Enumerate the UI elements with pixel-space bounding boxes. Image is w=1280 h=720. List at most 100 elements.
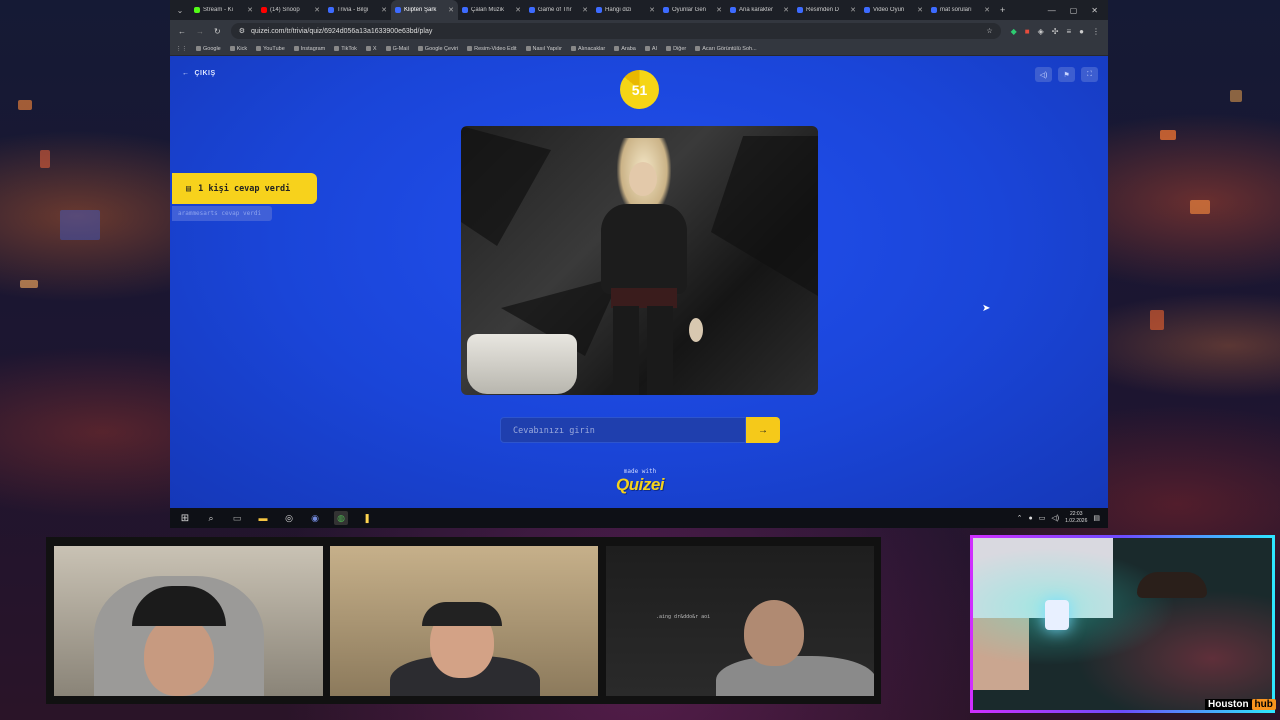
bookmark-item[interactable]: Resim-Video Edit: [467, 46, 517, 52]
bookmark-item[interactable]: TikTok: [334, 46, 357, 52]
bookmark-icon: [293, 46, 299, 51]
bookmark-item[interactable]: G-Mail: [385, 46, 409, 52]
mic-icon[interactable]: ●: [1029, 515, 1033, 522]
bookmark-item[interactable]: Araba: [614, 46, 636, 52]
extension-icon[interactable]: ◈: [1038, 27, 1044, 36]
video-performer: [589, 138, 703, 395]
tray-chevron-icon[interactable]: ⌃: [1017, 514, 1023, 522]
browser-tab[interactable]: Video Oyun ✕: [860, 0, 927, 20]
browser-tab[interactable]: Stream - Ki ✕: [190, 0, 257, 20]
tab-close-icon[interactable]: ✕: [917, 6, 923, 14]
forward-icon[interactable]: →: [196, 27, 204, 36]
bookmark-item[interactable]: AI: [644, 46, 657, 52]
notification-icon[interactable]: ▤: [1093, 514, 1100, 522]
sound-icon[interactable]: ◁): [1035, 67, 1052, 82]
quiz-controls: ◁) ⚑ ⛶: [1035, 67, 1098, 82]
tab-close-icon[interactable]: ✕: [850, 6, 856, 14]
browser-tab[interactable]: Ana karakter ✕: [726, 0, 793, 20]
exit-button[interactable]: ← ÇIKIŞ: [182, 70, 216, 77]
hair: [1137, 572, 1207, 598]
submit-answer-button[interactable]: →: [746, 417, 780, 443]
bookmark-item[interactable]: Google: [196, 46, 221, 52]
bookmark-label: Google Çeviri: [424, 45, 459, 52]
browser-tab[interactable]: Resimden D ✕: [793, 0, 860, 20]
bookmark-label: YouTube: [263, 45, 285, 52]
discord-icon[interactable]: ◉: [308, 511, 322, 525]
made-with-quizei[interactable]: made with Quizei: [610, 468, 670, 495]
file-explorer-icon[interactable]: ▬: [256, 511, 270, 525]
bookmark-item[interactable]: Instagram: [293, 46, 325, 52]
tab-close-icon[interactable]: ✕: [381, 6, 387, 14]
bookmark-icon: [467, 46, 473, 51]
task-view-icon[interactable]: ▭: [230, 511, 244, 525]
back-icon[interactable]: ←: [178, 27, 186, 36]
arrow-right-icon: →: [758, 424, 768, 436]
quiz-page: ← ÇIKIŞ 51 ◁) ⚑ ⛶ ▤ 1 kişi cevap verdi a…: [170, 56, 1108, 508]
tab-close-icon[interactable]: ✕: [783, 6, 789, 14]
tab-close-icon[interactable]: ✕: [314, 6, 320, 14]
tab-close-icon[interactable]: ✕: [247, 6, 253, 14]
bookmark-item[interactable]: Diğer: [666, 46, 686, 52]
tab-search-icon[interactable]: ⌄: [170, 6, 190, 15]
minimize-icon[interactable]: —: [1048, 6, 1056, 15]
tab-favicon-icon: [663, 7, 669, 13]
maximize-icon[interactable]: ▢: [1070, 6, 1078, 15]
tab-label: Ana karakter: [739, 7, 774, 13]
tab-close-icon[interactable]: ✕: [716, 6, 722, 14]
chrome-icon[interactable]: ◍: [334, 511, 348, 525]
volume-icon[interactable]: ◁): [1051, 514, 1059, 522]
media-icon[interactable]: ≡: [1066, 27, 1071, 36]
start-icon[interactable]: ⊞: [178, 511, 192, 525]
menu-icon[interactable]: ⋮: [1092, 27, 1100, 36]
browser-tab[interactable]: (14) Snoop ✕: [257, 0, 324, 20]
browser-tab[interactable]: mat soruları ✕: [927, 0, 994, 20]
browser-tab[interactable]: Game of Thr ✕: [525, 0, 592, 20]
tab-close-icon[interactable]: ✕: [515, 6, 521, 14]
bookmark-item[interactable]: Kick: [229, 46, 247, 52]
bookmark-item[interactable]: Nasıl Yapılır: [525, 45, 562, 52]
shield-extension-icon[interactable]: ◆: [1011, 27, 1017, 36]
tab-close-icon[interactable]: ✕: [984, 6, 990, 14]
reload-icon[interactable]: ↻: [214, 27, 221, 36]
lamp: [1045, 600, 1069, 630]
obs-icon[interactable]: ◎: [282, 511, 296, 525]
bookmark-icon: [525, 46, 531, 51]
clock-date: 1.02.2026: [1065, 518, 1088, 524]
tab-close-icon[interactable]: ✕: [649, 6, 655, 14]
site-info-icon[interactable]: ⚙: [239, 27, 245, 35]
system-clock[interactable]: 22:03 1.02.2026: [1065, 511, 1087, 525]
apps-icon[interactable]: ⋮⋮: [176, 46, 187, 52]
tab-close-icon[interactable]: ✕: [448, 6, 454, 14]
bookmark-star-icon[interactable]: ☆: [986, 27, 992, 35]
bookmark-label: Nasıl Yapılır: [532, 45, 562, 52]
streamer-webcam: [970, 535, 1275, 713]
url-field[interactable]: ⚙ quizei.com/tr/trivia/quiz/6924d056a13a…: [230, 23, 1001, 39]
brand-right: hub: [1251, 698, 1276, 710]
tab-list: Stream - Ki ✕ (14) Snoop ✕ Trivia - Bilgi ✕ Kl…: [190, 0, 994, 20]
tab-close-icon[interactable]: ✕: [582, 6, 588, 14]
puzzle-icon[interactable]: ✣: [1052, 27, 1059, 36]
bookmark-item[interactable]: Alınacaklar: [570, 46, 605, 52]
browser-tab[interactable]: Hangi dizi ✕: [592, 0, 659, 20]
profile-icon[interactable]: ●: [1079, 27, 1084, 36]
new-tab-button[interactable]: +: [994, 5, 1011, 15]
red-extension-icon[interactable]: ■: [1025, 27, 1030, 36]
tab-label: Stream - Ki: [203, 7, 234, 13]
browser-tab[interactable]: Trivia - Bilgi ✕: [324, 0, 391, 20]
answer-form: Cevabınızı girin →: [500, 417, 780, 443]
close-icon[interactable]: ✕: [1091, 6, 1098, 15]
browser-tab[interactable]: Çalan Müzik ✕: [458, 0, 525, 20]
bookmark-item[interactable]: Google Çeviri: [417, 45, 459, 52]
search-icon[interactable]: ⌕: [204, 511, 218, 525]
answer-input[interactable]: Cevabınızı girin: [500, 417, 746, 443]
bookmark-item[interactable]: Acarı Görüntülü Soh...: [695, 46, 757, 52]
network-icon[interactable]: ▭: [1039, 514, 1046, 522]
browser-tab[interactable]: Oyunlar Gen ✕: [659, 0, 726, 20]
flag-icon[interactable]: ⚑: [1058, 67, 1075, 82]
browser-tab[interactable]: Klipten Şark ✕: [391, 0, 458, 20]
app-icon[interactable]: ❚: [360, 511, 374, 525]
quizei-logo: Quizei: [615, 475, 665, 494]
fullscreen-icon[interactable]: ⛶: [1081, 67, 1098, 82]
bookmark-item[interactable]: YouTube: [256, 46, 285, 52]
bookmark-item[interactable]: X: [365, 46, 377, 52]
